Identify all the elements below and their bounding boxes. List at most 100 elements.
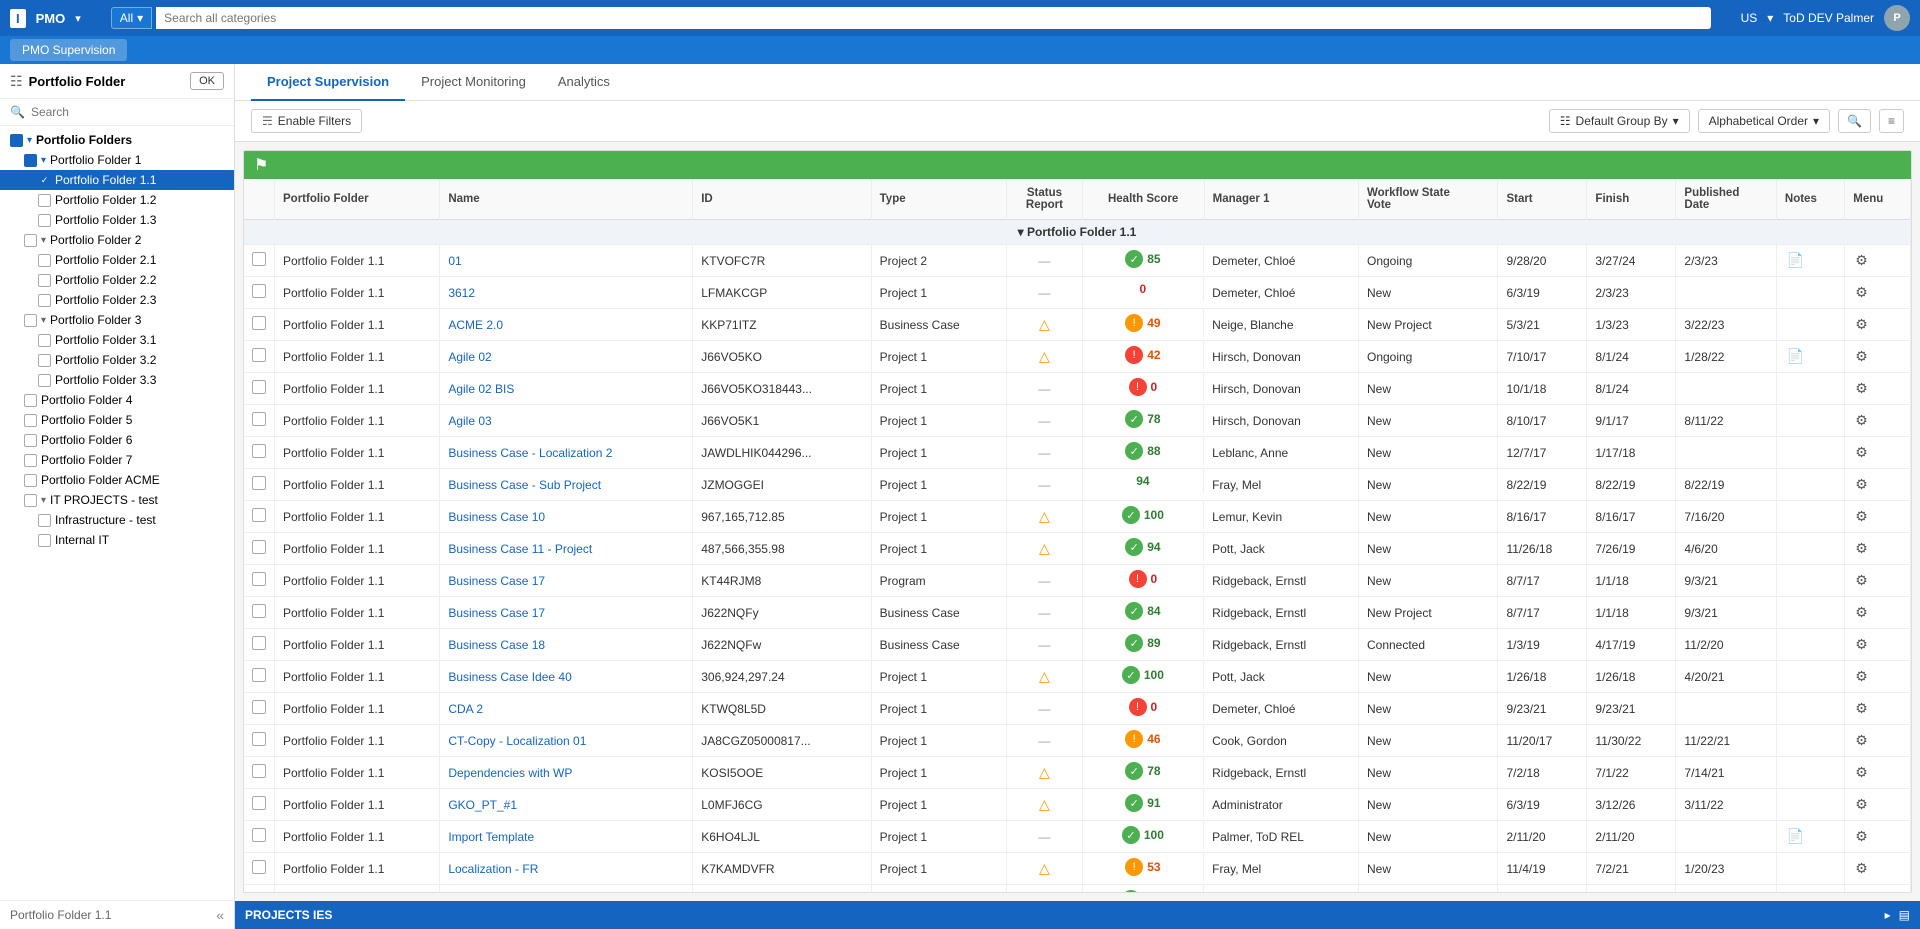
sidebar-item-portfolio-folder-acme[interactable]: Portfolio Folder ACME	[0, 470, 234, 490]
row-name[interactable]: Agile 02 BIS	[440, 373, 693, 405]
row-checkbox[interactable]	[252, 668, 266, 682]
sidebar-item-portfolio-folder-3[interactable]: ▾ Portfolio Folder 3	[0, 310, 234, 330]
row-name[interactable]: Localization - FR	[440, 853, 693, 885]
row-settings-button[interactable]: ⚙	[1853, 826, 1870, 847]
col-type[interactable]: Type	[871, 179, 1007, 220]
row-menu[interactable]: ⚙	[1845, 789, 1911, 821]
checkbox-filled[interactable]: ✓	[38, 174, 51, 187]
col-manager[interactable]: Manager 1	[1204, 179, 1358, 220]
row-menu[interactable]: ⚙	[1845, 693, 1911, 725]
checkbox[interactable]	[38, 514, 51, 527]
col-notes[interactable]: Notes	[1776, 179, 1844, 220]
region-selector[interactable]: US	[1741, 11, 1758, 25]
checkbox[interactable]	[38, 254, 51, 267]
row-name[interactable]: Import Template	[440, 821, 693, 853]
row-checkbox-cell[interactable]	[244, 405, 275, 437]
checkbox[interactable]	[24, 234, 37, 247]
ok-button[interactable]: OK	[190, 72, 224, 90]
row-checkbox[interactable]	[252, 508, 266, 522]
row-checkbox[interactable]	[252, 572, 266, 586]
sidebar-search-input[interactable]	[31, 105, 224, 119]
checkbox[interactable]	[24, 154, 37, 167]
row-checkbox-cell[interactable]	[244, 885, 275, 894]
row-checkbox[interactable]	[252, 444, 266, 458]
row-checkbox[interactable]	[252, 348, 266, 362]
row-name[interactable]: Business Case - Sub Project	[440, 469, 693, 501]
checkbox[interactable]	[24, 414, 37, 427]
row-menu[interactable]: ⚙	[1845, 341, 1911, 373]
group-by-button[interactable]: ☷ Default Group By ▾	[1549, 109, 1690, 133]
row-menu[interactable]: ⚙	[1845, 885, 1911, 894]
sidebar-item-portfolio-folder-2[interactable]: ▾ Portfolio Folder 2	[0, 230, 234, 250]
sidebar-item-portfolio-folder-2-3[interactable]: Portfolio Folder 2.3	[0, 290, 234, 310]
row-settings-button[interactable]: ⚙	[1853, 474, 1870, 495]
row-settings-button[interactable]: ⚙	[1853, 858, 1870, 879]
sidebar-item-portfolio-folder-3-2[interactable]: Portfolio Folder 3.2	[0, 350, 234, 370]
row-menu[interactable]: ⚙	[1845, 821, 1911, 853]
row-checkbox-cell[interactable]	[244, 597, 275, 629]
row-menu[interactable]: ⚙	[1845, 757, 1911, 789]
bar-chart-icon[interactable]: ▤	[1899, 908, 1910, 922]
row-name[interactable]: 01	[440, 245, 693, 277]
checkbox[interactable]	[38, 334, 51, 347]
row-checkbox-cell[interactable]	[244, 501, 275, 533]
row-menu[interactable]: ⚙	[1845, 309, 1911, 341]
order-button[interactable]: Alphabetical Order ▾	[1698, 109, 1830, 133]
sidebar-item-internal-it[interactable]: Internal IT	[0, 530, 234, 550]
sidebar-collapse-button[interactable]: «	[216, 907, 224, 923]
row-name[interactable]: Dependencies with WP	[440, 757, 693, 789]
sidebar-item-portfolio-folder-1-3[interactable]: Portfolio Folder 1.3	[0, 210, 234, 230]
row-name[interactable]: Business Case 17	[440, 565, 693, 597]
sidebar-item-portfolio-folder-7[interactable]: Portfolio Folder 7	[0, 450, 234, 470]
row-settings-button[interactable]: ⚙	[1853, 250, 1870, 271]
row-checkbox-cell[interactable]	[244, 245, 275, 277]
row-settings-button[interactable]: ⚙	[1853, 602, 1870, 623]
row-settings-button[interactable]: ⚙	[1853, 698, 1870, 719]
row-menu[interactable]: ⚙	[1845, 245, 1911, 277]
more-options-button[interactable]: ≡	[1879, 109, 1904, 133]
search-input[interactable]	[156, 7, 1710, 29]
checkbox[interactable]	[24, 314, 37, 327]
sidebar-item-portfolio-folder-1-2[interactable]: Portfolio Folder 1.2	[0, 190, 234, 210]
tab-project-supervision[interactable]: Project Supervision	[251, 64, 405, 101]
row-menu[interactable]: ⚙	[1845, 725, 1911, 757]
row-checkbox[interactable]	[252, 828, 266, 842]
row-checkbox[interactable]	[252, 540, 266, 554]
chevron-down-icon[interactable]: ▾	[75, 12, 81, 25]
sidebar-item-portfolio-folder-2-1[interactable]: Portfolio Folder 2.1	[0, 250, 234, 270]
row-menu[interactable]: ⚙	[1845, 405, 1911, 437]
row-checkbox[interactable]	[252, 380, 266, 394]
row-menu[interactable]: ⚙	[1845, 853, 1911, 885]
row-checkbox-cell[interactable]	[244, 661, 275, 693]
row-menu[interactable]: ⚙	[1845, 469, 1911, 501]
row-menu[interactable]: ⚙	[1845, 277, 1911, 309]
row-checkbox[interactable]	[252, 636, 266, 650]
row-settings-button[interactable]: ⚙	[1853, 506, 1870, 527]
sidebar-item-portfolio-folder-1[interactable]: ▾ Portfolio Folder 1	[0, 150, 234, 170]
row-menu[interactable]: ⚙	[1845, 661, 1911, 693]
row-settings-button[interactable]: ⚙	[1853, 570, 1870, 591]
row-checkbox-cell[interactable]	[244, 757, 275, 789]
row-checkbox-cell[interactable]	[244, 469, 275, 501]
col-id[interactable]: ID	[693, 179, 871, 220]
row-checkbox-cell[interactable]	[244, 277, 275, 309]
checkbox[interactable]	[24, 494, 37, 507]
sub-nav-pmo-supervision[interactable]: PMO Supervision	[10, 39, 127, 61]
row-name[interactable]: Business Case 18	[440, 629, 693, 661]
row-name[interactable]: GKO_PT_#1	[440, 789, 693, 821]
row-checkbox-cell[interactable]	[244, 629, 275, 661]
checkbox[interactable]	[38, 194, 51, 207]
sidebar-item-portfolio-folder-3-1[interactable]: Portfolio Folder 3.1	[0, 330, 234, 350]
col-published-date[interactable]: PublishedDate	[1676, 179, 1776, 220]
col-start[interactable]: Start	[1498, 179, 1587, 220]
row-menu[interactable]: ⚙	[1845, 629, 1911, 661]
row-checkbox-cell[interactable]	[244, 693, 275, 725]
sidebar-item-portfolio-folders[interactable]: ▾ Portfolio Folders	[0, 130, 234, 150]
checkbox[interactable]	[38, 534, 51, 547]
row-settings-button[interactable]: ⚙	[1853, 634, 1870, 655]
row-name[interactable]: Localization 04	[440, 885, 693, 894]
row-name[interactable]: ACME 2.0	[440, 309, 693, 341]
checkbox[interactable]	[24, 394, 37, 407]
row-checkbox[interactable]	[252, 700, 266, 714]
row-name[interactable]: Business Case 17	[440, 597, 693, 629]
